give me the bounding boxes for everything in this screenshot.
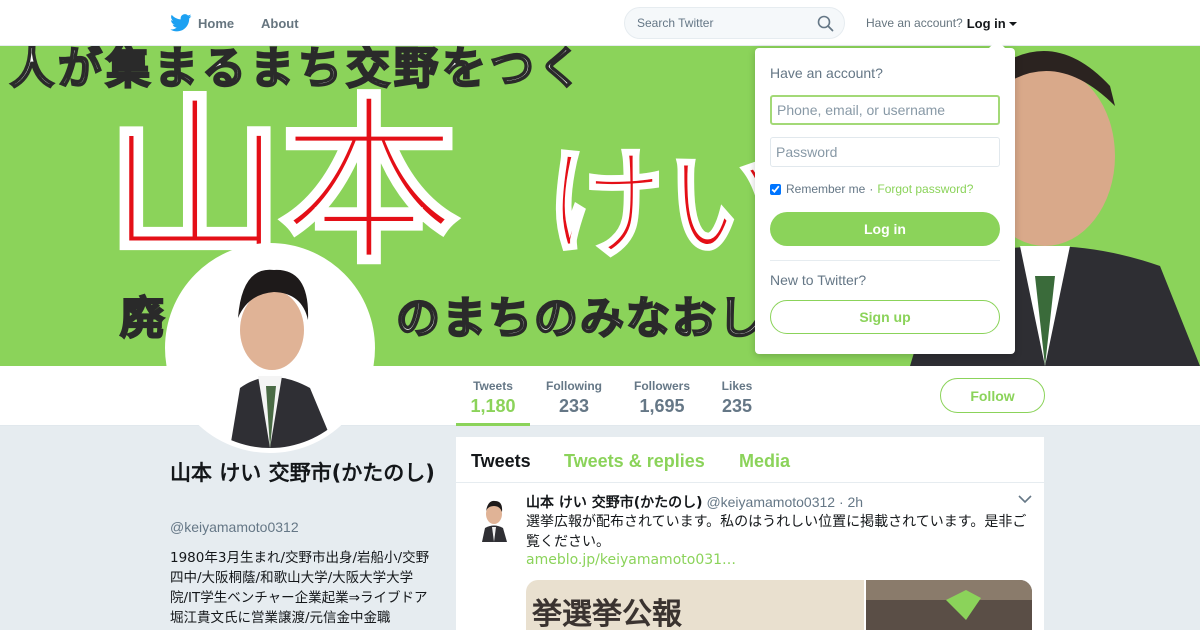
stat-followers-label: Followers <box>633 379 690 393</box>
remember-separator: · <box>869 182 874 196</box>
stat-tweets-label: Tweets <box>473 379 513 393</box>
nav-about-label: About <box>261 15 299 31</box>
stat-likes-label: Likes <box>721 379 753 393</box>
tweet-author-name[interactable]: 山本 けい 交野市(かたのし) <box>526 495 703 511</box>
stat-likes[interactable]: Likes 235 <box>714 366 760 426</box>
new-to-twitter-label: New to Twitter? <box>770 272 867 288</box>
forgot-password-link[interactable]: Forgot password? <box>877 182 973 196</box>
profile-avatar[interactable] <box>165 243 375 453</box>
profile-bio: 1980年3月生まれ/交野市出身/岩船小/交野四中/大阪桐蔭/和歌山大学/大阪大… <box>170 550 430 626</box>
timeline: Tweets Tweets & replies Media 山本 けい 交野市(… <box>456 437 1044 630</box>
dropdown-divider <box>770 260 1000 261</box>
nav-home[interactable]: Home <box>170 0 234 46</box>
stat-following-label: Following <box>546 379 602 393</box>
username-field[interactable] <box>770 95 1000 125</box>
tab-media[interactable]: Media <box>739 451 790 472</box>
signup-button[interactable]: Sign up <box>770 300 1000 334</box>
tab-tweets[interactable]: Tweets <box>471 451 531 472</box>
account-prompt: Have an account? <box>866 16 963 30</box>
banner-name-kana: けい <box>544 136 787 275</box>
remember-me-checkbox[interactable] <box>770 183 781 195</box>
media-caption: 挙選挙公報 <box>531 597 683 630</box>
search-icon[interactable] <box>817 15 834 32</box>
profile-handle[interactable]: @keiyamamoto0312 <box>170 519 299 535</box>
tweet-media-image: 挙選挙公報 <box>526 580 1032 630</box>
follow-button[interactable]: Follow <box>940 378 1045 413</box>
top-navigation-bar: Home About Have an account? Log in <box>0 0 1200 46</box>
stat-following-value: 233 <box>558 396 590 416</box>
tweet-media[interactable]: 挙選挙公報 <box>526 580 1032 630</box>
stat-followers[interactable]: Followers 1,695 <box>628 366 696 426</box>
tweet-author-handle[interactable]: @keiyamamoto0312 <box>706 494 835 510</box>
dropdown-arrow <box>989 40 1005 48</box>
twitter-bird-icon <box>170 14 192 32</box>
caret-down-icon <box>1008 22 1017 26</box>
login-link-label: Log in <box>966 15 1006 31</box>
search-box[interactable] <box>624 7 845 39</box>
password-field[interactable] <box>770 137 1000 167</box>
stat-following[interactable]: Following 233 <box>540 366 608 426</box>
stat-tweets-value: 1,180 <box>470 396 516 416</box>
chevron-down-icon[interactable] <box>1018 494 1032 504</box>
tweet-separator: · <box>838 494 844 510</box>
nav-about[interactable]: About <box>261 0 299 46</box>
remember-me-label[interactable]: Remember me <box>786 182 865 196</box>
tab-tweets-replies[interactable]: Tweets & replies <box>564 451 705 472</box>
stat-likes-value: 235 <box>721 396 753 416</box>
login-button[interactable]: Log in <box>770 212 1000 246</box>
timeline-tabs: Tweets Tweets & replies Media <box>456 437 1044 483</box>
nav-home-label: Home <box>198 15 235 31</box>
tweet-link[interactable]: ameblo.jp/keiyamamoto031… <box>526 552 736 568</box>
avatar-photo <box>170 248 370 448</box>
tweet-item[interactable]: 山本 けい 交野市(かたのし) @keiyamamoto0312 · 2h 選挙… <box>456 484 1044 630</box>
remember-me-row: Remember me · Forgot password? <box>770 182 973 196</box>
search-input[interactable] <box>637 16 807 30</box>
profile-display-name: 山本 けい 交野市(かたのし) <box>170 461 435 485</box>
stat-followers-value: 1,695 <box>639 396 685 416</box>
login-dropdown-title: Have an account? <box>770 65 883 81</box>
login-dropdown: Have an account? Remember me · Forgot pa… <box>755 40 1015 354</box>
tweet-text: 選挙広報が配布されています。私のはうれしい位置に掲載されています。是非ご覧くださ… <box>526 514 1027 550</box>
tweet-timestamp[interactable]: 2h <box>848 494 864 510</box>
tweet-header: 山本 けい 交野市(かたのし) @keiyamamoto0312 · 2h <box>526 492 863 512</box>
stat-tweets[interactable]: Tweets 1,180 <box>456 366 530 426</box>
tweet-avatar[interactable] <box>474 494 514 542</box>
